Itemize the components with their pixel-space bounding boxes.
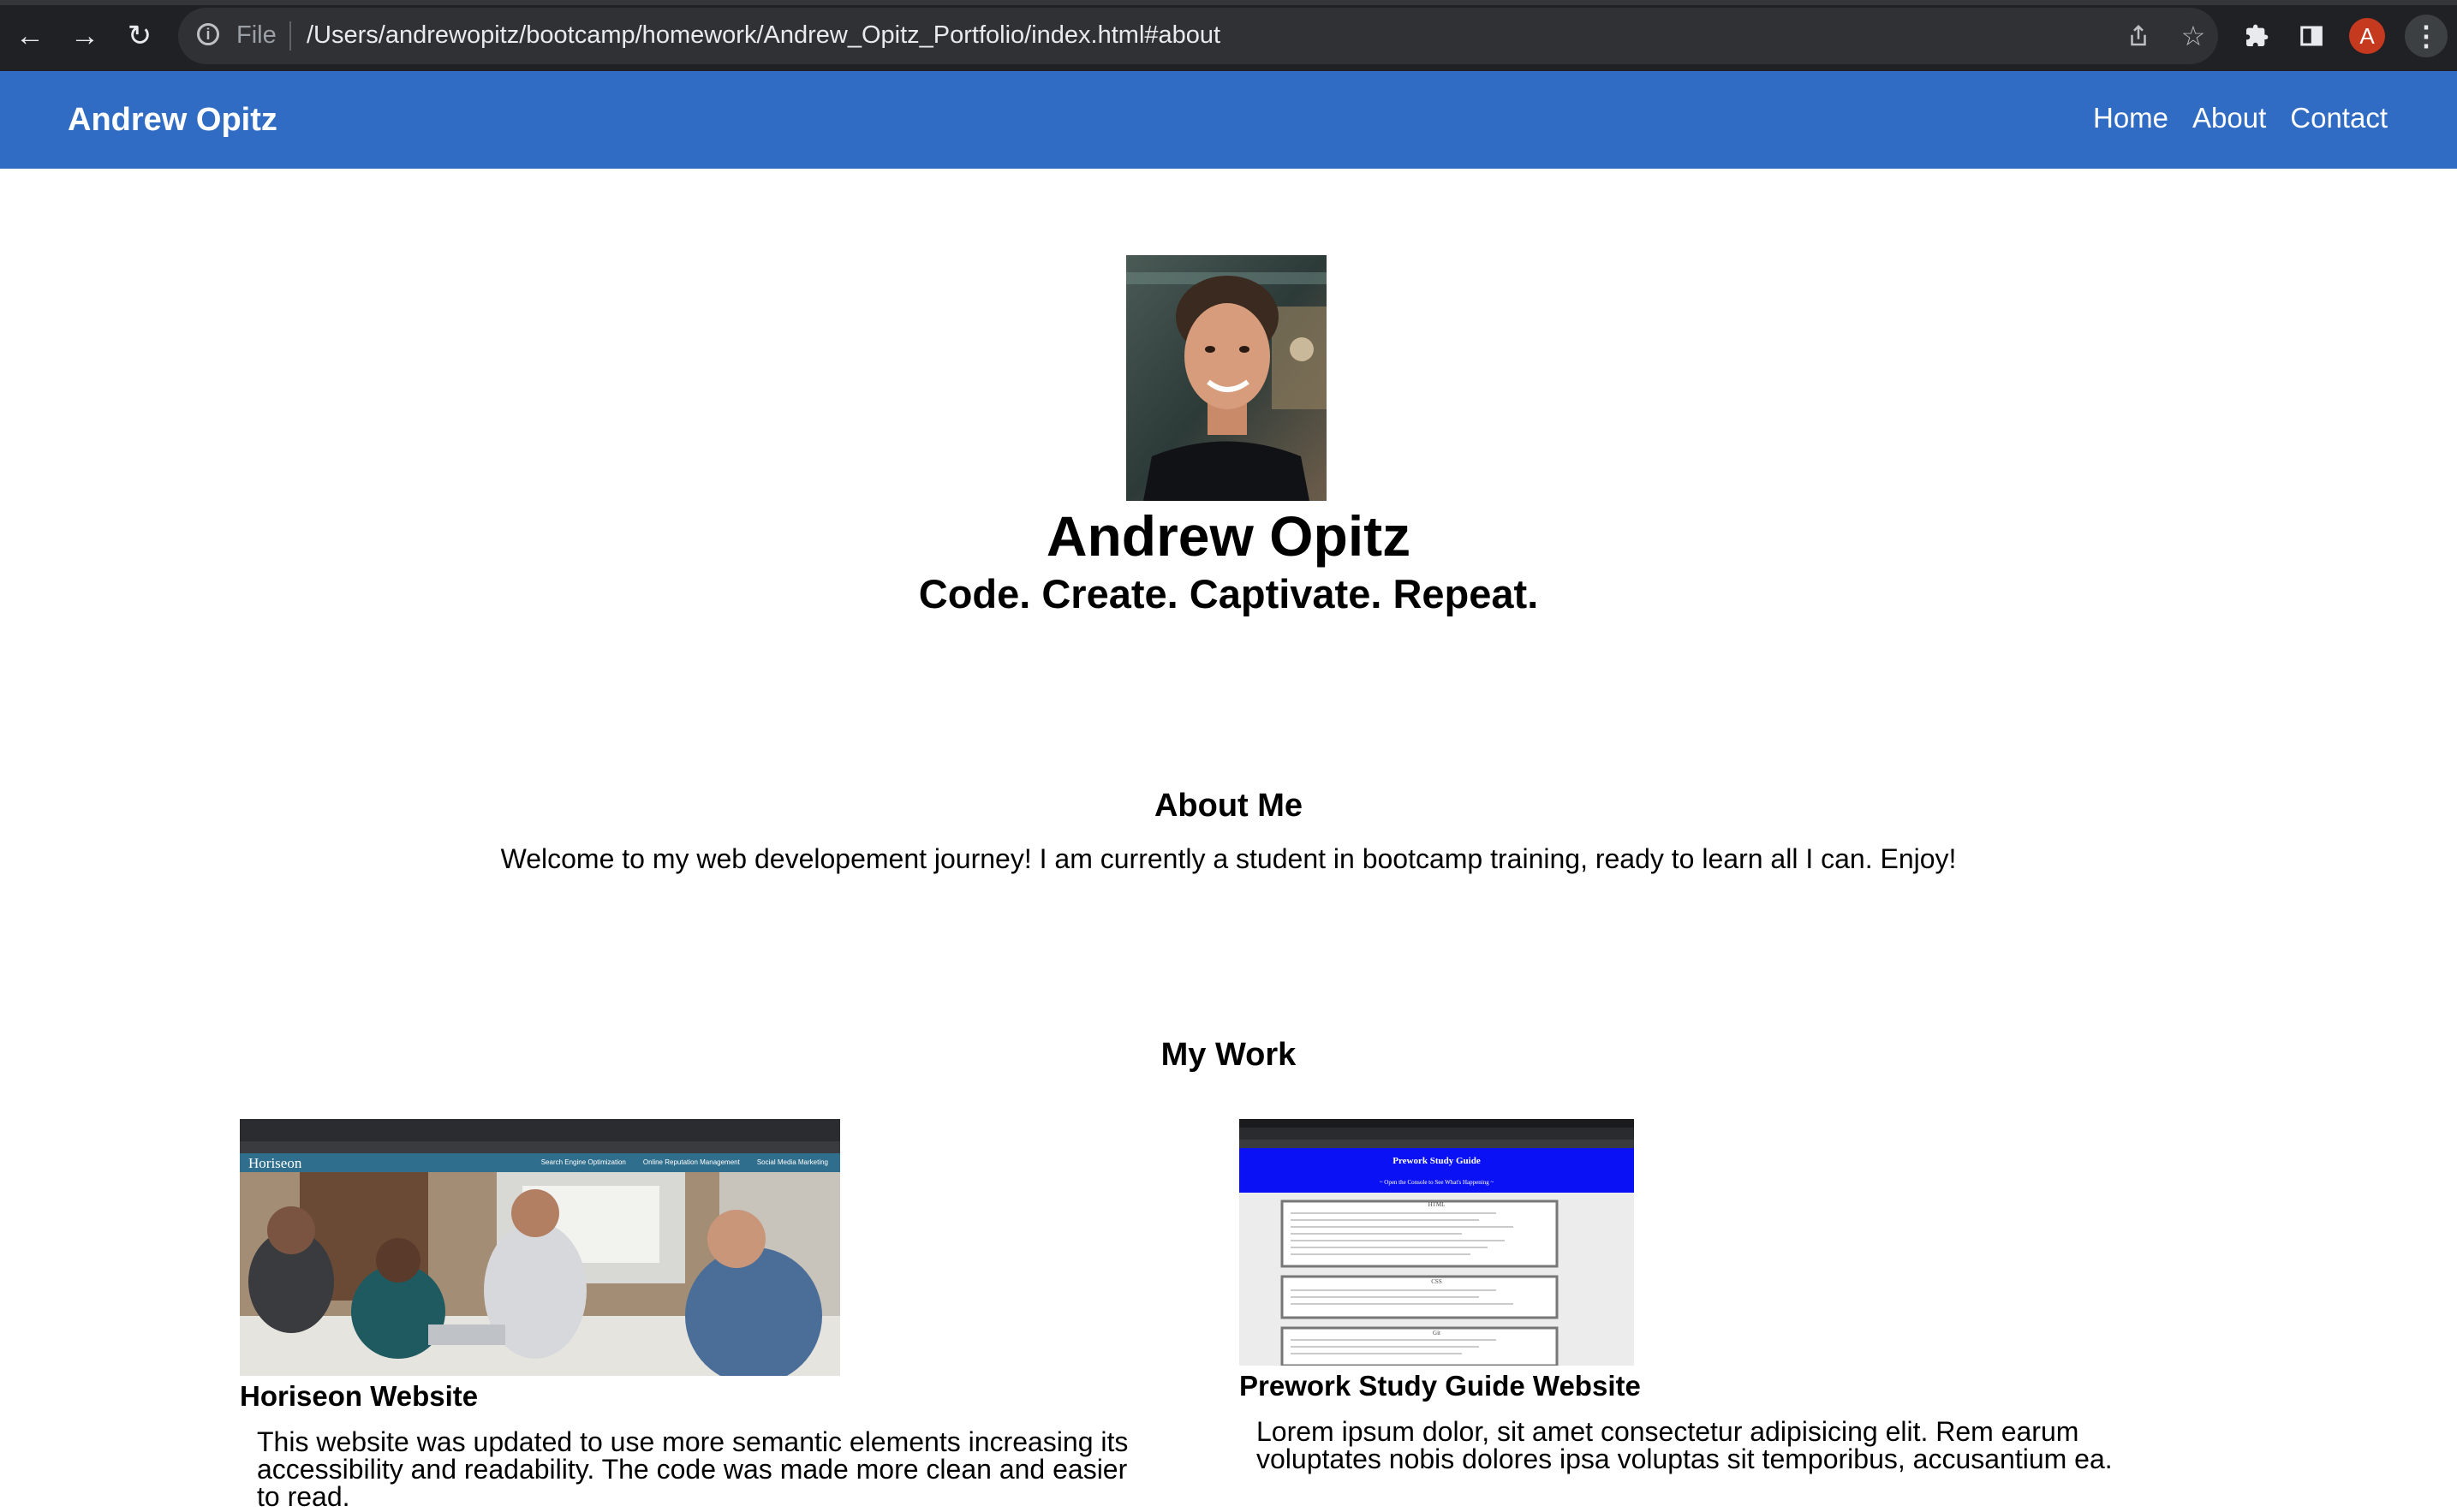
- puzzle-icon[interactable]: [2237, 16, 2276, 56]
- project-description-prework: Lorem ipsum dolor, sit amet consectetur …: [1256, 1416, 2113, 1474]
- nav-home-link[interactable]: Home: [2093, 102, 2168, 134]
- thumbnail-section-html: HTML: [1428, 1201, 1446, 1208]
- back-arrow-icon[interactable]: ←: [10, 16, 50, 56]
- site-header: Andrew Opitz Home About Contact: [0, 71, 2457, 169]
- about-heading: About Me: [1154, 788, 1303, 824]
- forward-arrow-icon[interactable]: →: [65, 16, 104, 56]
- browser-toolbar: ← → ↻ i File /Users/andrewopitz/bootcamp…: [0, 0, 2457, 71]
- site-brand[interactable]: Andrew Opitz: [68, 102, 277, 139]
- reload-icon[interactable]: ↻: [120, 16, 159, 56]
- project-title-prework: Prework Study Guide Website: [1239, 1370, 1641, 1402]
- project-description-horiseon: This website was updated to use more sem…: [257, 1426, 1129, 1512]
- thumbnail-section-css: CSS: [1431, 1278, 1442, 1285]
- site-nav: Home About Contact: [2093, 102, 2388, 134]
- share-icon[interactable]: [2122, 20, 2155, 52]
- thumbnail-nav-item: Search Engine Optimization: [540, 1158, 626, 1166]
- nav-about-link[interactable]: About: [2192, 102, 2266, 134]
- omnibox-divider: [289, 21, 291, 51]
- address-bar[interactable]: i File /Users/andrewopitz/bootcamp/homew…: [178, 8, 2218, 64]
- about-text: Welcome to my web developement journey! …: [500, 843, 1957, 874]
- profile-avatar[interactable]: A: [2349, 18, 2385, 54]
- work-heading: My Work: [1160, 1037, 1297, 1073]
- thumbnail-subheading: ~ Open the Console to See What's Happeni…: [1379, 1179, 1494, 1186]
- project-title-horiseon: Horiseon Website: [240, 1380, 479, 1412]
- project-thumbnail-horiseon[interactable]: Horiseon Search Engine Optimization Onli…: [240, 1119, 840, 1376]
- side-panel-icon[interactable]: [2292, 16, 2331, 56]
- hero-name: Andrew Opitz: [1046, 504, 1411, 568]
- nav-contact-link[interactable]: Contact: [2290, 102, 2388, 134]
- project-thumbnail-prework[interactable]: Prework Study Guide ~ Open the Console t…: [1239, 1119, 1634, 1366]
- thumbnail-nav: Search Engine Optimization Online Reputa…: [541, 1158, 828, 1166]
- url-text[interactable]: /Users/andrewopitz/bootcamp/homework/And…: [307, 21, 1220, 50]
- kebab-menu-icon[interactable]: ⋮: [2405, 15, 2448, 57]
- thumbnail-heading: Prework Study Guide: [1392, 1156, 1481, 1166]
- info-icon[interactable]: i: [197, 23, 219, 45]
- tab-strip-edge: [0, 0, 2457, 5]
- file-label: File: [236, 21, 277, 49]
- profile-photo: [1126, 255, 1327, 501]
- hero-tagline: Code. Create. Captivate. Repeat.: [918, 571, 1539, 616]
- star-icon[interactable]: ☆: [2177, 20, 2210, 52]
- thumbnail-nav-item: Online Reputation Management: [642, 1158, 740, 1166]
- thumbnail-nav-item: Social Media Marketing: [756, 1158, 828, 1166]
- thumbnail-section-git: Git: [1433, 1330, 1440, 1336]
- thumbnail-site-name: Horiseon: [248, 1155, 302, 1171]
